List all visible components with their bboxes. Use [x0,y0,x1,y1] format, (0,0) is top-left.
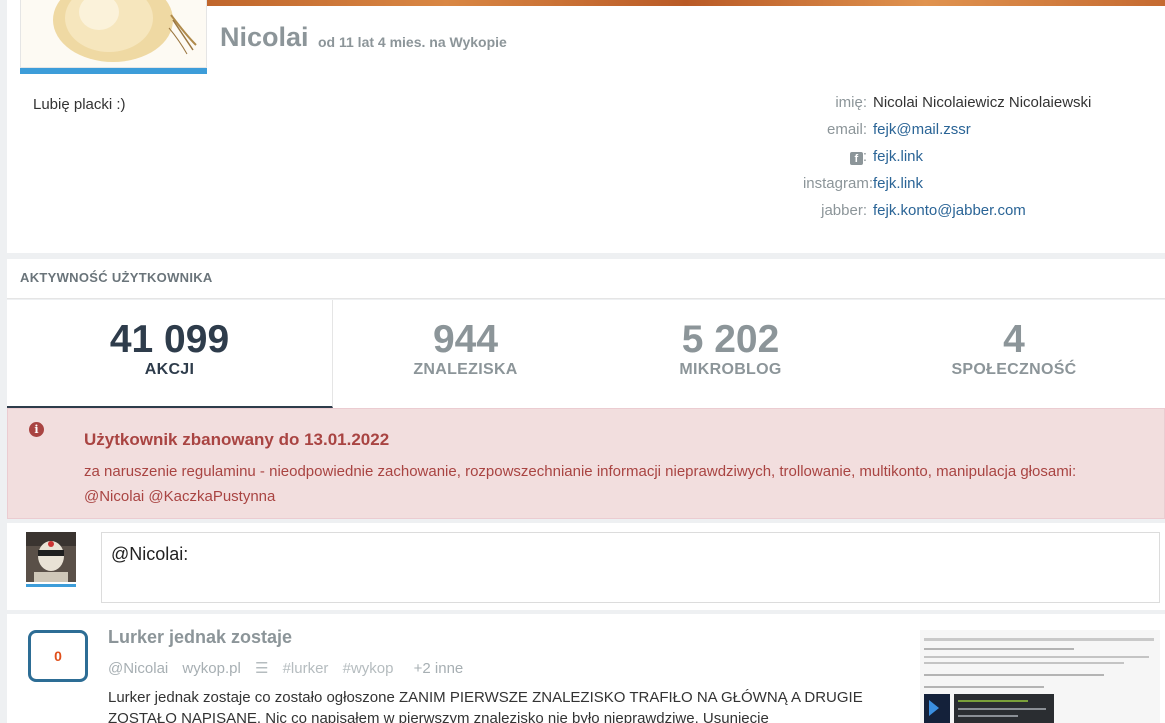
link-author[interactable]: @Nicolai [108,660,168,677]
stat-label: ZNALEZISKA [413,361,518,378]
link-entry: 0 Lurker jednak zostaje @Nicolai wykop.p… [7,614,1165,723]
username: Nicolai [220,22,309,52]
current-user-avatar[interactable] [26,532,76,582]
link-title[interactable]: Lurker jednak zostaje [108,627,292,648]
stat-label: AKCJI [144,361,195,378]
tag-link[interactable]: #lurker [283,660,329,677]
info-row-email: email: fejk@mail.zssr [707,121,1147,143]
stat-number: 4 [1003,318,1025,361]
ban-notice: i Użytkownik zbanowany do 13.01.2022 za … [7,408,1165,519]
stat-label: SPOŁECZNOŚĆ [951,361,1077,378]
info-row-jabber: jabber: fejk.konto@jabber.com [707,202,1147,224]
info-label: jabber: [821,202,867,219]
stat-tab-akcji[interactable]: 41 099 AKCJI [7,300,333,408]
info-row-instagram: instagram: fejk.link [707,175,1147,197]
stat-tab-spolecznosc[interactable]: 4 SPOŁECZNOŚĆ [863,300,1165,408]
link-description: Lurker jednak zostaje co zostało ogłoszo… [108,689,863,723]
activity-header: AKTYWNOŚĆ UŻYTKOWNIKA [7,259,1165,299]
info-row-facebook: f: fejk.link [707,148,1147,170]
profile-banner [207,0,1165,6]
profile-avatar[interactable] [20,0,207,68]
ban-reason: za naruszenie regulaminu - nieodpowiedni… [84,463,1077,505]
member-since: od 11 lat 4 mies. na Wykopie [318,34,507,50]
activity-title: AKTYWNOŚĆ UŻYTKOWNIKA [20,270,213,285]
info-label: email: [826,121,867,138]
tags-icon: ☰ [254,660,269,677]
facebook-icon: f [849,152,863,165]
stat-number: 944 [432,318,499,361]
info-label: imię: [835,94,867,111]
stat-number: 5 202 [681,318,780,361]
stat-tab-znaleziska[interactable]: 944 ZNALEZISKA [333,300,598,408]
user-bio: Lubię placki :) [33,96,126,113]
activity-stats: 41 099 AKCJI 944 ZNALEZISKA 5 202 MIKROB… [7,300,1165,408]
info-label: f: [849,148,867,165]
info-label: instagram: [802,175,873,192]
avatar-status-bar [26,584,76,587]
info-icon: i [29,422,44,437]
info-row-name: imię: Nicolai Nicolaiewicz Nicolaiewski [707,94,1147,116]
stat-tab-mikroblog[interactable]: 5 202 MIKROBLOG [598,300,863,408]
comment-input[interactable] [101,532,1160,603]
stat-number: 41 099 [109,318,230,361]
link-thumbnail[interactable] [920,630,1160,723]
facebook-link[interactable]: fejk.link [873,148,923,165]
info-value-name: Nicolai Nicolaiewicz Nicolaiewski [873,94,1092,111]
profile-header: Nicolai od 11 lat 4 mies. na Wykopie Lub… [7,0,1165,253]
avatar-status-bar [20,68,207,74]
link-meta: @Nicolai wykop.pl ☰ #lurker #wykop +2 in… [108,659,473,677]
more-tags-link[interactable]: +2 inne [414,660,464,677]
ban-title: Użytkownik zbanowany do 13.01.2022 [84,430,390,449]
jabber-link[interactable]: fejk.konto@jabber.com [873,202,1026,219]
link-domain[interactable]: wykop.pl [182,660,240,677]
vote-counter[interactable]: 0 [28,630,88,682]
stat-label: MIKROBLOG [679,361,782,378]
instagram-link[interactable]: fejk.link [873,175,923,192]
comment-box [7,523,1165,610]
email-link[interactable]: fejk@mail.zssr [873,121,971,138]
tag-link[interactable]: #wykop [343,660,394,677]
